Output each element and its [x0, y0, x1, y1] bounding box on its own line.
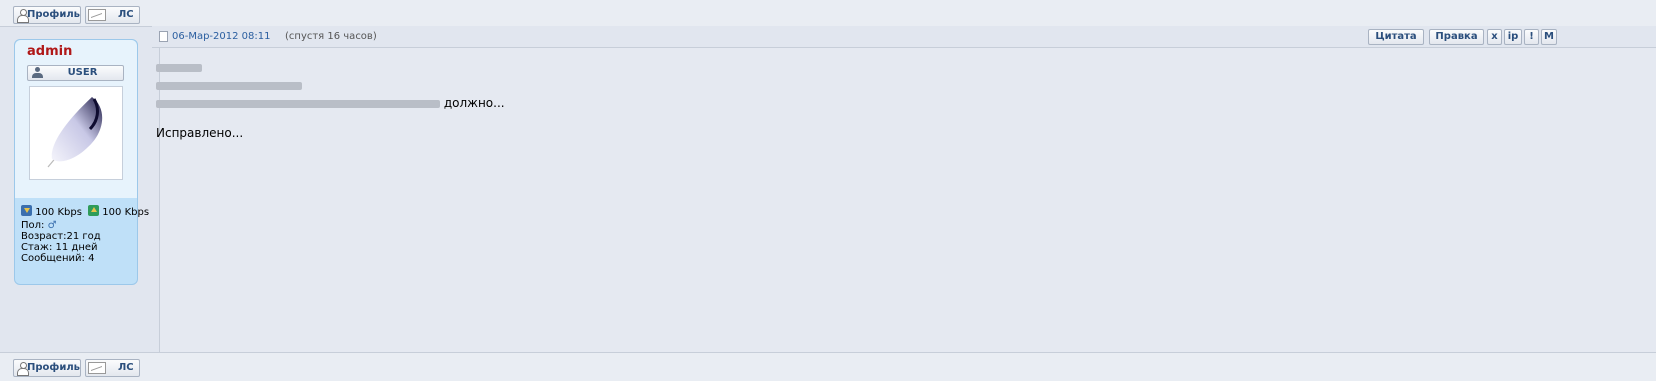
user-stats: 100 Kbps 100 Kbps Пол: ♂ Возраст:21 год … — [21, 205, 149, 264]
tenure-value: 11 дней — [55, 242, 98, 253]
forum-post: Профиль ЛС admin USER 100 Kbps 100 Kbps … — [0, 0, 1656, 381]
report-button[interactable]: ! — [1524, 29, 1539, 45]
username[interactable]: admin — [27, 44, 72, 59]
quote-label: Цитата — [1375, 31, 1417, 42]
rank-label: USER — [67, 67, 98, 78]
post-date[interactable]: 06-Мар-2012 08:11 — [172, 31, 271, 42]
delete-button[interactable]: x — [1487, 29, 1502, 45]
profile-button-label: Профиль — [27, 9, 80, 20]
ip-button[interactable]: ip — [1504, 29, 1522, 45]
private-message-label: ЛС — [118, 9, 134, 20]
post-icon — [159, 31, 168, 42]
rank-badge: USER — [27, 65, 124, 81]
profile-button[interactable]: Профиль — [13, 6, 81, 24]
private-message-button-bottom[interactable]: ЛС — [85, 359, 140, 377]
upload-speed: 100 Kbps — [102, 207, 150, 218]
quote-continuation: должно... — [156, 94, 505, 112]
post-relative-time: (спустя 16 часов) — [285, 31, 377, 42]
upload-speed-icon — [88, 205, 100, 216]
ip-label: ip — [1507, 31, 1519, 42]
profile-icon — [16, 361, 30, 376]
tenure-label: Стаж: — [21, 242, 53, 253]
profile-icon — [16, 8, 30, 23]
edit-label: Правка — [1435, 31, 1478, 42]
blurred-quote-author — [156, 58, 505, 76]
age-value: 21 год — [66, 231, 101, 242]
age-label: Возраст: — [21, 231, 67, 242]
posts-label: Сообщений: — [21, 253, 85, 264]
profile-button-bottom[interactable]: Профиль — [13, 359, 81, 377]
post-body: должно... Исправлено... — [156, 58, 505, 142]
private-message-button[interactable]: ЛС — [85, 6, 140, 24]
top-action-row: Профиль ЛС — [0, 0, 1656, 27]
delete-label: x — [1491, 31, 1498, 42]
download-speed-icon — [21, 205, 32, 216]
user-card: admin USER 100 Kbps 100 Kbps Пол: ♂ Возр… — [14, 39, 149, 285]
profile-button-label: Профиль — [27, 362, 80, 373]
private-message-label: ЛС — [118, 362, 134, 373]
male-icon: ♂ — [47, 220, 57, 231]
envelope-icon — [88, 362, 106, 374]
bottom-action-row: Профиль ЛС — [0, 352, 1656, 381]
moderate-button[interactable]: M — [1541, 29, 1557, 45]
quote-button[interactable]: Цитата — [1368, 29, 1424, 45]
report-label: ! — [1529, 31, 1534, 42]
post-header: 06-Мар-2012 08:11 (спустя 16 часов) Цита… — [152, 26, 1656, 48]
feather-icon — [47, 97, 103, 168]
avatar — [29, 86, 123, 180]
moderate-label: M — [1544, 31, 1554, 42]
gender-label: Пол: — [21, 220, 45, 231]
quote-visible-end: должно... — [443, 96, 505, 110]
download-speed: 100 Kbps — [35, 207, 82, 218]
posts-value: 4 — [88, 253, 95, 264]
post-message: Исправлено... — [156, 126, 244, 140]
envelope-icon — [88, 9, 106, 21]
edit-button[interactable]: Правка — [1429, 29, 1484, 45]
blurred-quote-line — [156, 76, 505, 94]
